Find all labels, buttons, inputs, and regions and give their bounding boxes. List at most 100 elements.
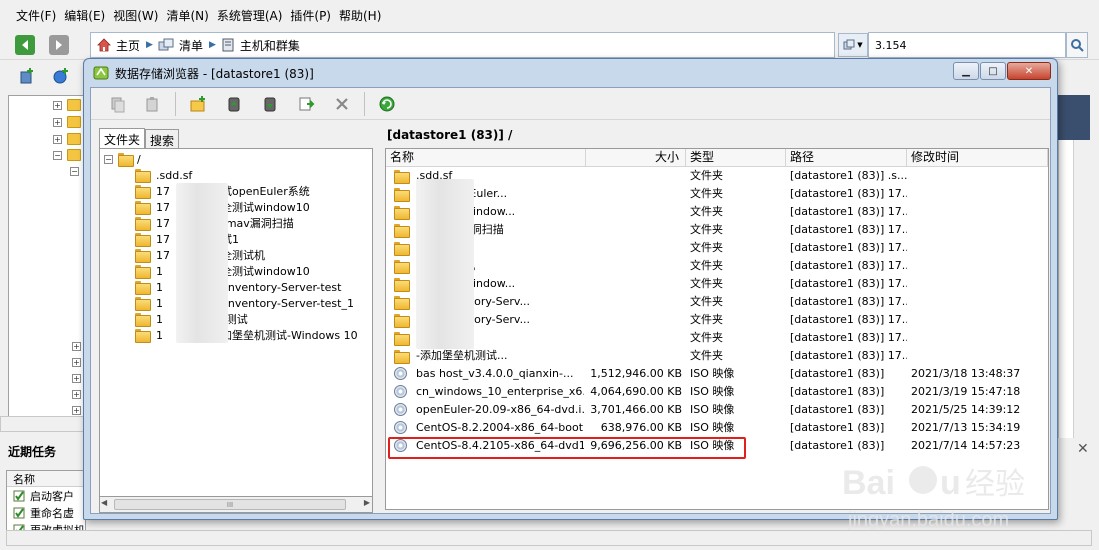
table-row[interactable]: CentOS-8.2.2004-x86_64-boot.... 638,976.0… xyxy=(386,419,1048,437)
cell-path: [datastore1 (83)] xyxy=(790,403,885,416)
table-row[interactable]: .sdd.sf 文件夹 [datastore1 (83)] .s... xyxy=(386,167,1048,185)
menu-view[interactable]: 视图(W) xyxy=(111,7,164,24)
bottom-hscrollbar[interactable] xyxy=(6,530,1092,546)
table-row[interactable]: -测试openEuler...文件夹[datastore1 (83)] 17..… xyxy=(386,185,1048,203)
tree-item[interactable]: 1 CSInventory-Server-test xyxy=(134,279,341,295)
column-header-name[interactable]: 名称 xyxy=(386,149,586,167)
menu-edit[interactable]: 编辑(E) xyxy=(62,7,111,24)
collapse-icon[interactable]: − xyxy=(104,154,113,164)
table-row[interactable]: -安全测试window...文件夹[datastore1 (83)] 17... xyxy=(386,275,1048,293)
cell-path: [datastore1 (83)] 17... xyxy=(790,241,907,254)
search-button[interactable] xyxy=(1066,32,1088,58)
tree-item[interactable]: 1 添加堡垒机测试-Windows 10 xyxy=(134,327,358,343)
close-button[interactable]: ✕ xyxy=(1007,62,1051,80)
table-row[interactable]: bas host_v3.4.0.0_qianxin-... 1,512,946.0… xyxy=(386,365,1048,383)
cell-modified: 2021/7/14 14:57:23 xyxy=(911,439,1021,452)
column-header-type[interactable]: 类型 xyxy=(686,149,786,167)
current-path: [datastore1 (83)] / xyxy=(387,128,513,142)
chevron-down-icon: ▼ xyxy=(857,41,863,49)
column-header-name[interactable]: 名称 xyxy=(7,471,85,487)
table-row[interactable]: 启动客户 xyxy=(7,487,85,504)
table-row[interactable]: -添加堡垒机测试... 文件夹 [datastore1 (83)] 17... xyxy=(386,347,1048,365)
folder-icon xyxy=(134,168,152,183)
collapse-icon[interactable]: − xyxy=(53,151,62,160)
breadcrumb-home[interactable]: 主页 xyxy=(97,37,140,54)
file-list-header: 名称 大小 类型 路径 修改时间 xyxy=(386,149,1048,167)
folder-icon xyxy=(394,188,410,202)
disc-image-icon xyxy=(394,403,407,416)
table-row[interactable]: -clamav漏洞扫描文件夹[datastore1 (83)] 17... xyxy=(386,221,1048,239)
expand-icon[interactable]: + xyxy=(53,135,62,144)
menu-inventory[interactable]: 清单(N) xyxy=(164,7,214,24)
tree-item-label: CSInventory-Server-test_1 xyxy=(210,296,354,310)
tree-hscrollbar[interactable]: ◀ III ▶ xyxy=(99,496,373,513)
back-button[interactable] xyxy=(99,91,135,117)
scroll-right-icon[interactable]: ▶ xyxy=(364,498,370,507)
delete-button[interactable] xyxy=(324,91,360,117)
expand-icon[interactable]: + xyxy=(53,101,62,110)
window-titlebar[interactable]: 数据存储浏览器 - [datastore1 (83)] xyxy=(84,59,1057,87)
column-header-size[interactable]: 大小 xyxy=(586,149,686,167)
menu-file[interactable]: 文件(F) xyxy=(14,7,62,24)
table-row[interactable]: cn_windows_10_enterprise_x6... 4,064,690.… xyxy=(386,383,1048,401)
maximize-button[interactable]: □ xyxy=(980,62,1006,80)
expand-icon[interactable]: + xyxy=(72,342,81,351)
menu-plugins[interactable]: 插件(P) xyxy=(288,7,337,24)
expand-icon[interactable]: + xyxy=(72,390,81,399)
new-vm-icon[interactable] xyxy=(52,67,70,85)
minimize-button[interactable]: ▁ xyxy=(953,62,979,80)
cell-modified xyxy=(911,311,1048,329)
add-host-icon[interactable] xyxy=(18,67,36,85)
cell-path: [datastore1 (83)] 17... xyxy=(790,259,907,272)
tab-search[interactable]: 搜索 xyxy=(145,129,180,148)
right-vscrollbar[interactable] xyxy=(1073,140,1090,440)
tree-root[interactable]: − / xyxy=(104,151,141,167)
upload-button[interactable] xyxy=(216,91,252,117)
close-icon[interactable]: ✕ xyxy=(1077,441,1089,457)
new-folder-button[interactable] xyxy=(180,91,216,117)
scroll-thumb[interactable]: III xyxy=(114,499,346,510)
back-button[interactable] xyxy=(15,35,35,55)
scroll-left-icon[interactable]: ◀ xyxy=(101,498,107,507)
pane-splitter[interactable] xyxy=(379,124,383,514)
collapse-icon[interactable]: − xyxy=(70,167,79,176)
refresh-button[interactable] xyxy=(369,91,405,117)
cell-size xyxy=(586,311,682,329)
inventory-hscrollbar[interactable] xyxy=(0,416,90,432)
breadcrumb-hosts-clusters[interactable]: ▶ 主机和群集 xyxy=(209,37,300,54)
search-scope-dropdown[interactable]: ▼ xyxy=(838,33,868,57)
table-row[interactable]: OCSInventory-Serv...文件夹[datastore1 (83)]… xyxy=(386,293,1048,311)
table-row[interactable]: openEuler-20.09-x86_64-dvd.i... 3,701,466… xyxy=(386,401,1048,419)
expand-icon[interactable]: + xyxy=(72,358,81,367)
menu-help[interactable]: 帮助(H) xyxy=(337,7,387,24)
table-row[interactable]: -测试1文件夹[datastore1 (83)] 17... xyxy=(386,239,1048,257)
folder-icon xyxy=(134,296,152,311)
search-input[interactable] xyxy=(868,32,1066,58)
expand-icon[interactable]: + xyxy=(72,406,81,415)
breadcrumb-inventory[interactable]: ▶ 清单 xyxy=(146,37,203,54)
table-row[interactable]: ocs-测试文件夹[datastore1 (83)] 17... xyxy=(386,329,1048,347)
table-row[interactable]: OCSInventory-Serv...文件夹[datastore1 (83)]… xyxy=(386,311,1048,329)
disc-image-icon xyxy=(394,421,407,434)
tree-item-label: 添加堡垒机测试-Windows 10 xyxy=(210,329,358,342)
table-row[interactable]: -安全测试window...文件夹[datastore1 (83)] 17... xyxy=(386,203,1048,221)
tree-item[interactable]: 1 CSInventory-Server-test_1 xyxy=(134,295,354,311)
table-row[interactable]: -安全测试机文件夹[datastore1 (83)] 17... xyxy=(386,257,1048,275)
column-header-path[interactable]: 路径 xyxy=(786,149,907,167)
register-vm-button[interactable] xyxy=(288,91,324,117)
expand-icon[interactable]: + xyxy=(53,118,62,127)
redaction-blur xyxy=(176,183,228,343)
menu-admin[interactable]: 系统管理(A) xyxy=(215,7,289,24)
expand-icon[interactable]: + xyxy=(72,374,81,383)
forward-button[interactable] xyxy=(135,91,171,117)
forward-button[interactable] xyxy=(49,35,69,55)
column-header-modified[interactable]: 修改时间 xyxy=(907,149,1048,167)
download-button[interactable] xyxy=(252,91,288,117)
table-row[interactable]: 重命名虚 xyxy=(7,504,85,521)
navigation-bar: 主页 ▶ 清单 ▶ 主机和群集 ▼ xyxy=(0,30,1099,60)
window-title: 数据存储浏览器 - [datastore1 (83)] xyxy=(115,66,314,81)
cell-size xyxy=(586,239,682,257)
minimize-icon: ▁ xyxy=(962,65,970,77)
tab-folders[interactable]: 文件夹 xyxy=(99,128,146,149)
tree-item[interactable]: .sdd.sf xyxy=(134,167,192,183)
